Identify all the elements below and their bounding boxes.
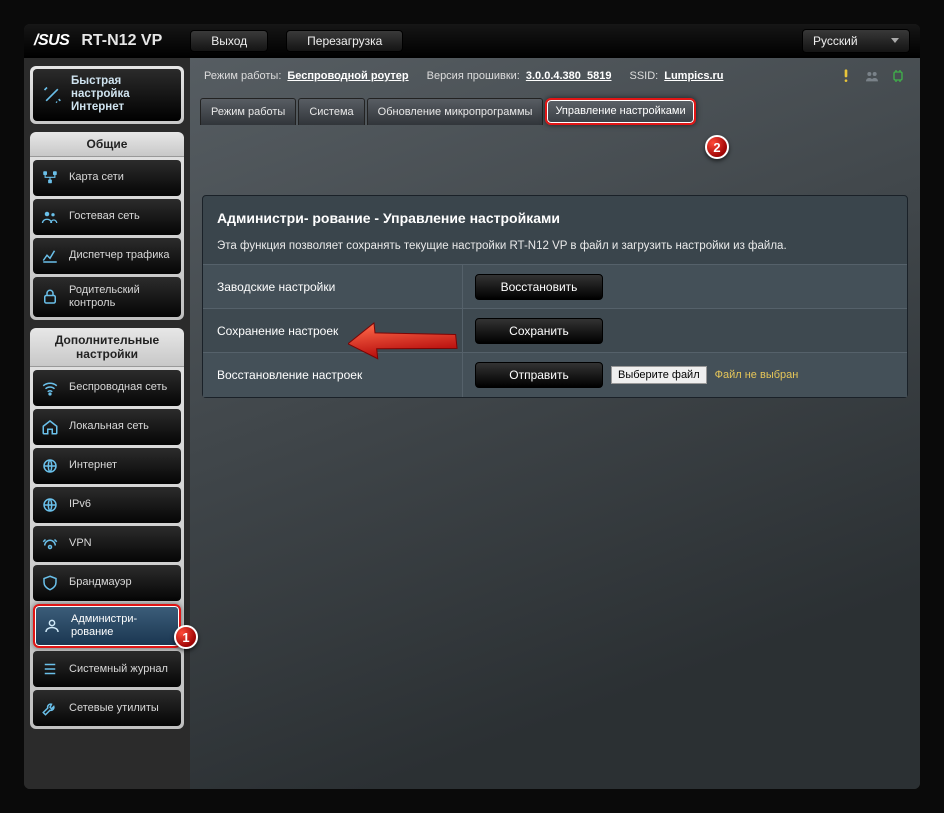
settings-panel: Администри- рование - Управление настрой… [202, 195, 908, 398]
header-bar: /SUS RT-N12 VP Выход Перезагрузка Русски… [24, 24, 920, 58]
guest-icon [39, 206, 61, 228]
list-icon [39, 658, 61, 680]
lang-value: Русский [813, 34, 858, 48]
ssid-value[interactable]: Lumpics.ru [664, 70, 723, 82]
save-label: Сохранение настроек [203, 309, 463, 352]
parental-label: Родительский контроль [69, 284, 175, 310]
shield-icon [39, 572, 61, 594]
mode-label: Режим работы: [204, 70, 281, 82]
tab-mode[interactable]: Режим работы [200, 98, 296, 125]
save-settings-button[interactable]: Сохранить [475, 318, 603, 344]
globe-icon [39, 455, 61, 477]
panel-desc: Эта функция позволяет сохранять текущие … [203, 234, 907, 265]
sidebar-item-syslog[interactable]: Системный журнал [33, 651, 181, 687]
no-file-text: Файл не выбран [715, 369, 799, 381]
tab-system[interactable]: Система [298, 98, 364, 125]
reboot-button[interactable]: Перезагрузка [286, 30, 403, 52]
quick-setup-button[interactable]: Быстрая настройка Интернет [33, 69, 181, 121]
lan-label: Локальная сеть [69, 420, 149, 433]
status-bar: Режим работы: Беспроводной роутер Версия… [190, 58, 920, 90]
tab-settings[interactable]: Управление настройками [545, 98, 695, 125]
factory-reset-button[interactable]: Восстановить [475, 274, 603, 300]
main-content: Режим работы: Беспроводной роутер Версия… [190, 58, 920, 789]
annotation-badge-1: 1 [174, 625, 198, 649]
wireless-label: Беспроводная сеть [69, 381, 167, 394]
nettools-label: Сетевые утилиты [69, 702, 159, 715]
sidebar-item-nettools[interactable]: Сетевые утилиты [33, 690, 181, 726]
lang-select[interactable]: Русский [802, 29, 910, 53]
syslog-label: Системный журнал [69, 663, 168, 676]
admin-label: Администри- рование [71, 613, 173, 639]
chevron-down-icon [891, 38, 899, 43]
clients-icon[interactable] [864, 68, 880, 84]
network-icon [39, 167, 61, 189]
ipv6-label: IPv6 [69, 498, 91, 511]
sidebar-item-firewall[interactable]: Брандмауэр [33, 565, 181, 601]
annotation-badge-2: 2 [705, 135, 729, 159]
restore-label: Восстановление настроек [203, 353, 463, 397]
sidebar-item-vpn[interactable]: VPN [33, 526, 181, 562]
tab-firmware[interactable]: Обновление микропрограммы [367, 98, 544, 125]
save-row: Сохранение настроек Сохранить [203, 309, 907, 353]
wifi-icon [39, 377, 61, 399]
general-section-header: Общие [30, 132, 184, 157]
guest-label: Гостевая сеть [69, 210, 140, 223]
fw-label: Версия прошивки: [427, 70, 520, 82]
home-icon [39, 416, 61, 438]
traffic-icon [39, 245, 61, 267]
sidebar-item-wan[interactable]: Интернет [33, 448, 181, 484]
wand-icon [41, 84, 63, 106]
globe-icon [39, 494, 61, 516]
sidebar-item-networkmap[interactable]: Карта сети [33, 160, 181, 196]
upload-settings-button[interactable]: Отправить [475, 362, 603, 388]
sidebar-item-ipv6[interactable]: IPv6 [33, 487, 181, 523]
logout-button[interactable]: Выход [190, 30, 268, 52]
usb-icon[interactable] [890, 68, 906, 84]
sidebar-item-parental[interactable]: Родительский контроль [33, 277, 181, 317]
wrench-icon [39, 697, 61, 719]
vpn-icon [39, 533, 61, 555]
sidebar-item-wireless[interactable]: Беспроводная сеть [33, 370, 181, 406]
panel-title: Администри- рование - Управление настрой… [203, 196, 907, 234]
user-icon [41, 615, 63, 637]
brand-logo: /SUS [34, 32, 69, 50]
quick-label: Быстрая настройка Интернет [71, 75, 173, 115]
sidebar-item-admin[interactable]: Администри- рование [33, 604, 181, 648]
fw-value[interactable]: 3.0.0.4.380_5819 [526, 70, 612, 82]
choose-file-button[interactable]: Выберите файл [611, 366, 707, 384]
wan-label: Интернет [69, 459, 117, 472]
firewall-label: Брандмауэр [69, 576, 132, 589]
sidebar-item-guest[interactable]: Гостевая сеть [33, 199, 181, 235]
networkmap-label: Карта сети [69, 171, 124, 184]
sidebar-item-lan[interactable]: Локальная сеть [33, 409, 181, 445]
logo-block: /SUS RT-N12 VP [34, 32, 162, 50]
factory-row: Заводские настройки Восстановить [203, 265, 907, 309]
alert-icon[interactable] [838, 68, 854, 84]
tab-bar: Режим работы Система Обновление микропро… [190, 96, 920, 125]
model-name: RT-N12 VP [81, 32, 162, 50]
mode-value[interactable]: Беспроводной роутер [287, 70, 408, 82]
ssid-label: SSID: [630, 70, 659, 82]
sidebar-item-traffic[interactable]: Диспетчер трафика [33, 238, 181, 274]
factory-label: Заводские настройки [203, 265, 463, 308]
advanced-section-header: Дополнительные настройки [30, 328, 184, 367]
lock-icon [39, 286, 61, 308]
traffic-label: Диспетчер трафика [69, 249, 170, 262]
vpn-label: VPN [69, 537, 92, 550]
sidebar: Быстрая настройка Интернет Общие Карта с… [24, 58, 190, 789]
restore-row: Восстановление настроек Отправить Выбери… [203, 353, 907, 397]
